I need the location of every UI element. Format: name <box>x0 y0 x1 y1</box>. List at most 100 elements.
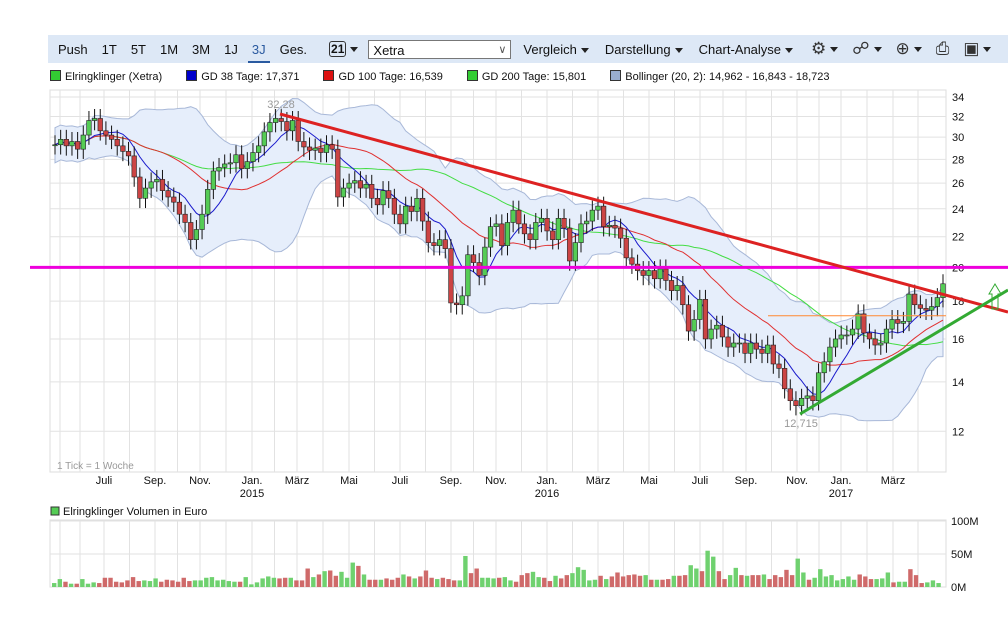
candle-body <box>340 187 347 198</box>
volume-bar <box>74 583 79 587</box>
volume-bar <box>125 580 130 587</box>
candle-body <box>804 395 810 399</box>
volume-bar <box>649 579 654 587</box>
y-tick-label: 34 <box>952 92 964 104</box>
volume-bar <box>429 577 434 587</box>
candle-body <box>651 270 658 280</box>
volume-bar <box>322 571 327 587</box>
volume-bar <box>299 580 305 587</box>
candle-body <box>612 224 618 229</box>
candle-body <box>131 155 137 178</box>
x-tick-label: Jan. <box>242 475 263 487</box>
volume-bar <box>891 582 896 587</box>
volume-bar <box>282 577 288 587</box>
x-tick-label: März <box>881 475 905 487</box>
volume-bar <box>311 577 316 587</box>
volume-bar <box>389 579 395 587</box>
candle-body <box>776 363 782 369</box>
candle-body <box>872 338 878 346</box>
candle-body <box>832 338 839 348</box>
x-tick-label: Nov. <box>485 475 507 487</box>
candle-body <box>97 118 103 132</box>
y-tick-label: 22 <box>952 232 964 244</box>
volume-bar <box>637 575 643 587</box>
candle-body <box>470 254 477 263</box>
volume-bar <box>919 583 924 587</box>
volume-bar <box>198 580 203 587</box>
candle-body <box>318 147 324 153</box>
candle-body <box>414 197 420 212</box>
volume-bar <box>159 581 164 587</box>
volume-bar <box>913 575 919 587</box>
volume-bar <box>778 577 784 587</box>
volume-bar <box>136 581 141 587</box>
candle-body <box>708 328 714 340</box>
y-tick-label: 26 <box>952 178 964 190</box>
x-tick-label: Nov. <box>189 475 211 487</box>
x-tick-label: März <box>586 475 610 487</box>
volume-bar <box>142 580 147 587</box>
candle-body <box>289 120 296 132</box>
candle-body <box>323 144 330 153</box>
candle-body <box>719 324 726 338</box>
volume-bar <box>592 579 598 587</box>
candle-body <box>770 344 776 365</box>
volume-bar <box>716 571 722 587</box>
candle-body <box>239 154 245 169</box>
volume-bar <box>671 575 677 587</box>
volume-bar <box>789 575 795 587</box>
candle-body <box>482 246 488 276</box>
volume-bar <box>423 570 429 587</box>
candle-body <box>680 285 686 306</box>
candle-body <box>346 182 352 189</box>
candle-body <box>431 242 437 246</box>
candle-body <box>272 118 279 123</box>
candle-body <box>301 141 307 148</box>
x-tick-label: Sep. <box>735 475 758 487</box>
volume-bar <box>164 579 170 587</box>
volume-bar <box>660 579 665 587</box>
high-annotation: 32,28 <box>267 99 295 111</box>
candle-body <box>295 120 301 142</box>
volume-bar <box>406 576 412 587</box>
candle-body <box>386 190 392 199</box>
candle-body <box>391 197 397 215</box>
volume-bar <box>840 579 846 587</box>
candle-body <box>222 163 228 168</box>
x-tick-label: März <box>285 475 309 487</box>
candle-body <box>748 342 754 354</box>
volume-bar <box>733 567 738 587</box>
candle-body <box>815 372 822 402</box>
candle-body <box>736 342 742 345</box>
volume-bar <box>626 575 631 587</box>
x-tick-year: 2015 <box>240 488 264 500</box>
volume-bar <box>936 583 941 587</box>
volume-bar <box>57 579 63 587</box>
volume-bar <box>192 580 198 587</box>
volume-bar <box>604 579 609 587</box>
low-annotation: 12,715 <box>784 418 818 430</box>
volume-bar <box>806 579 812 587</box>
volume-bar <box>350 562 355 587</box>
candle-body <box>329 144 335 150</box>
volume-bar <box>682 575 688 587</box>
candle-body <box>103 130 109 136</box>
volume-bar <box>711 556 716 587</box>
candle-body <box>533 222 539 240</box>
volume-y-tick: 50M <box>951 549 972 561</box>
volume-bar <box>451 580 457 587</box>
volume-bar <box>553 575 558 587</box>
candle-body <box>917 304 923 309</box>
volume-bar <box>750 575 755 587</box>
candle-body <box>798 397 805 406</box>
candle-body <box>929 306 935 311</box>
x-tick-label: Sep. <box>440 475 463 487</box>
candle-body <box>663 268 669 281</box>
volume-bar <box>260 578 265 587</box>
volume-bar <box>829 575 834 587</box>
volume-bar <box>373 579 378 587</box>
candle-body <box>408 205 414 212</box>
candle-body <box>335 148 341 198</box>
volume-bar <box>513 581 519 587</box>
volume-bar <box>502 577 508 587</box>
